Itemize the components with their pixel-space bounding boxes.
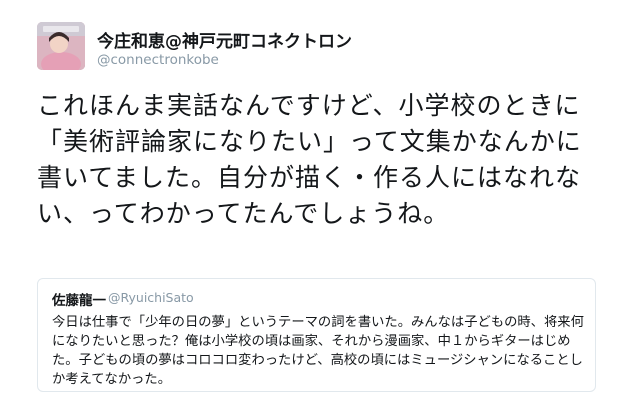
quoted-tweet-text: 今日は仕事で「少年の日の夢」というテーマの詞を書いた。みんなは子どもの時、将来何… [52,315,584,387]
avatar[interactable] [37,22,85,70]
tweet-text: これほんま実話なんですけど、小学校のときに「美術評論家になりたい」って文集かなん… [37,91,582,228]
author-handle[interactable]: @connectronkobe [97,52,219,68]
quoted-author-name: 佐藤龍一 [52,293,106,309]
quoted-author-handle: @RyuichiSato [108,290,194,305]
tweet: 今庄和恵@神戸元町コネクトロン @connectronkobe これほんま実話な… [0,0,633,404]
profile-photo-icon [37,22,85,70]
author-name[interactable]: 今庄和恵@神戸元町コネクトロン [97,27,352,52]
quoted-tweet-card[interactable]: 佐藤龍一 @RyuichiSato 今日は仕事で「少年の日の夢」というテーマの詞… [37,278,596,392]
